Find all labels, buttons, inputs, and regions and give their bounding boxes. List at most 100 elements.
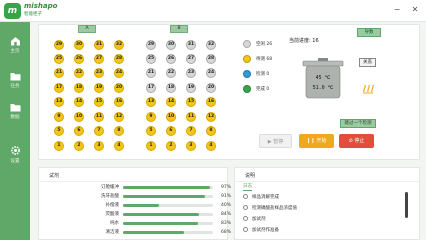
sample-slot-b[interactable]: 26 <box>166 54 176 64</box>
sample-slot-a[interactable]: 10 <box>74 112 84 122</box>
sample-slot-a[interactable]: 15 <box>94 97 104 107</box>
minimize-button[interactable]: − <box>392 5 402 15</box>
sample-slot-a[interactable]: 25 <box>54 54 64 64</box>
sample-slot-b[interactable]: 7 <box>186 126 196 136</box>
sample-slot-a[interactable]: 28 <box>114 54 124 64</box>
sample-slot-b[interactable]: 18 <box>166 83 176 93</box>
tab-rack-a[interactable]: A <box>78 25 96 33</box>
sample-slot-b[interactable]: 22 <box>166 68 176 78</box>
record-button[interactable]: 导数 <box>357 28 381 37</box>
app-logo-subtitle: 智能柜子 <box>24 12 42 17</box>
sample-slot-b[interactable]: 9 <box>146 112 156 122</box>
close-button[interactable]: ✕ <box>410 5 420 15</box>
reagent-name: 纯水 <box>110 221 119 226</box>
sample-slot-a[interactable]: 18 <box>74 83 84 93</box>
sample-slot-b[interactable]: 1 <box>146 141 156 151</box>
sample-slot-b[interactable]: 3 <box>186 141 196 151</box>
sample-slot-b[interactable]: 29 <box>146 40 156 50</box>
sample-slot-b[interactable]: 24 <box>206 68 216 78</box>
sample-slot-a[interactable]: 6 <box>74 126 84 136</box>
sample-slot-a[interactable]: 8 <box>114 126 124 136</box>
reagent-level-bar <box>123 222 213 225</box>
log-entry-text: 样品消解完成 <box>252 195 279 200</box>
sample-slot-a[interactable]: 20 <box>114 83 124 93</box>
sample-slot-a[interactable]: 17 <box>54 83 64 93</box>
sample-slot-b[interactable]: 23 <box>186 68 196 78</box>
sidebar-item-settings[interactable]: 设置 <box>0 145 30 173</box>
reagent-level-fill <box>123 195 205 198</box>
sample-slot-b[interactable]: 8 <box>206 126 216 136</box>
sample-slot-b[interactable]: 15 <box>186 97 196 107</box>
stop-button[interactable]: ⊘ 停止 <box>339 134 374 148</box>
sample-slot-a[interactable]: 3 <box>94 141 104 151</box>
sample-slot-a[interactable]: 32 <box>114 40 124 50</box>
legend-dot-idle <box>243 40 251 48</box>
sample-slot-b[interactable]: 6 <box>166 126 176 136</box>
tab-log[interactable]: 日志 <box>243 183 252 191</box>
sample-slot-a[interactable]: 13 <box>54 97 64 107</box>
sample-slot-b[interactable]: 27 <box>186 54 196 64</box>
sample-slot-b[interactable]: 4 <box>206 141 216 151</box>
reagent-row: 荧酸液 84% <box>39 211 232 218</box>
log-entry[interactable]: 加试剂作准备 <box>243 227 403 235</box>
sample-slot-b[interactable]: 25 <box>146 54 156 64</box>
log-scrollbar[interactable] <box>405 192 408 218</box>
sample-slot-b[interactable]: 20 <box>206 83 216 93</box>
pause-button[interactable]: ▶ 暂停 <box>259 134 292 148</box>
sample-slot-b[interactable]: 14 <box>166 97 176 107</box>
reagent-name: 补偿液 <box>105 203 120 208</box>
sample-slot-a[interactable]: 23 <box>94 68 104 78</box>
sample-slot-b[interactable]: 30 <box>166 40 176 50</box>
sample-slot-b[interactable]: 12 <box>206 112 216 122</box>
sidebar-item-tasks[interactable]: 任务 <box>0 72 30 100</box>
sample-slot-b[interactable]: 32 <box>206 40 216 50</box>
sample-slot-a[interactable]: 22 <box>74 68 84 78</box>
reagent-level-fill <box>123 222 198 225</box>
log-entry[interactable]: 加试剂 <box>243 216 403 224</box>
start-button[interactable]: ❙❙ 开始 <box>299 134 334 148</box>
sample-slot-b[interactable]: 11 <box>186 112 196 122</box>
sample-slot-a[interactable]: 9 <box>54 112 64 122</box>
sample-slot-a[interactable]: 12 <box>114 112 124 122</box>
tab-rack-b[interactable]: B <box>170 25 188 33</box>
app-logo-text: mishapo <box>24 2 58 10</box>
sample-slot-b[interactable]: 17 <box>146 83 156 93</box>
sample-slot-b[interactable]: 13 <box>146 97 156 107</box>
sidebar-item-home[interactable]: 主页 <box>0 36 30 64</box>
sample-slot-b[interactable]: 19 <box>186 83 196 93</box>
sample-slot-b[interactable]: 2 <box>166 141 176 151</box>
sample-slot-a[interactable]: 19 <box>94 83 104 93</box>
sample-slot-a[interactable]: 21 <box>54 68 64 78</box>
sample-slot-a[interactable]: 27 <box>94 54 104 64</box>
reagent-row: 纯水 83% <box>39 220 231 227</box>
sample-slot-a[interactable]: 4 <box>114 141 124 151</box>
sample-slot-b[interactable]: 28 <box>206 54 216 64</box>
sample-slot-a[interactable]: 29 <box>54 40 64 50</box>
sample-slot-a[interactable]: 30 <box>74 40 84 50</box>
sample-slot-b[interactable]: 21 <box>146 68 156 78</box>
sample-slot-a[interactable]: 26 <box>74 54 84 64</box>
sidebar-item-label: 数据 <box>10 115 20 120</box>
sample-slot-b[interactable]: 5 <box>146 126 156 136</box>
sample-slot-b[interactable]: 31 <box>186 40 196 50</box>
sample-slot-a[interactable]: 16 <box>114 97 124 107</box>
sample-slot-a[interactable]: 31 <box>94 40 104 50</box>
home-icon <box>10 37 20 46</box>
log-entry[interactable]: 检测磷酸盐样品浓度值 <box>243 205 403 213</box>
folder-icon <box>10 104 20 112</box>
divider <box>235 181 419 182</box>
log-entry[interactable]: 样品消解完成 <box>243 194 403 202</box>
sample-slot-b[interactable]: 16 <box>206 97 216 107</box>
gear-icon <box>10 146 20 155</box>
sidebar-item-data[interactable]: 数据 <box>0 103 30 131</box>
sample-slot-a[interactable]: 24 <box>114 68 124 78</box>
sample-slot-a[interactable]: 2 <box>74 141 84 151</box>
sample-slot-b[interactable]: 10 <box>166 112 176 122</box>
sample-slot-a[interactable]: 1 <box>54 141 64 151</box>
skip-one-button[interactable]: 跳过一个检测 <box>340 119 376 128</box>
sample-slot-a[interactable]: 14 <box>74 97 84 107</box>
sample-slot-a[interactable]: 5 <box>54 126 64 136</box>
sample-slot-a[interactable]: 7 <box>94 126 104 136</box>
reagent-level-value: 91% <box>221 194 232 199</box>
sample-slot-a[interactable]: 11 <box>94 112 104 122</box>
